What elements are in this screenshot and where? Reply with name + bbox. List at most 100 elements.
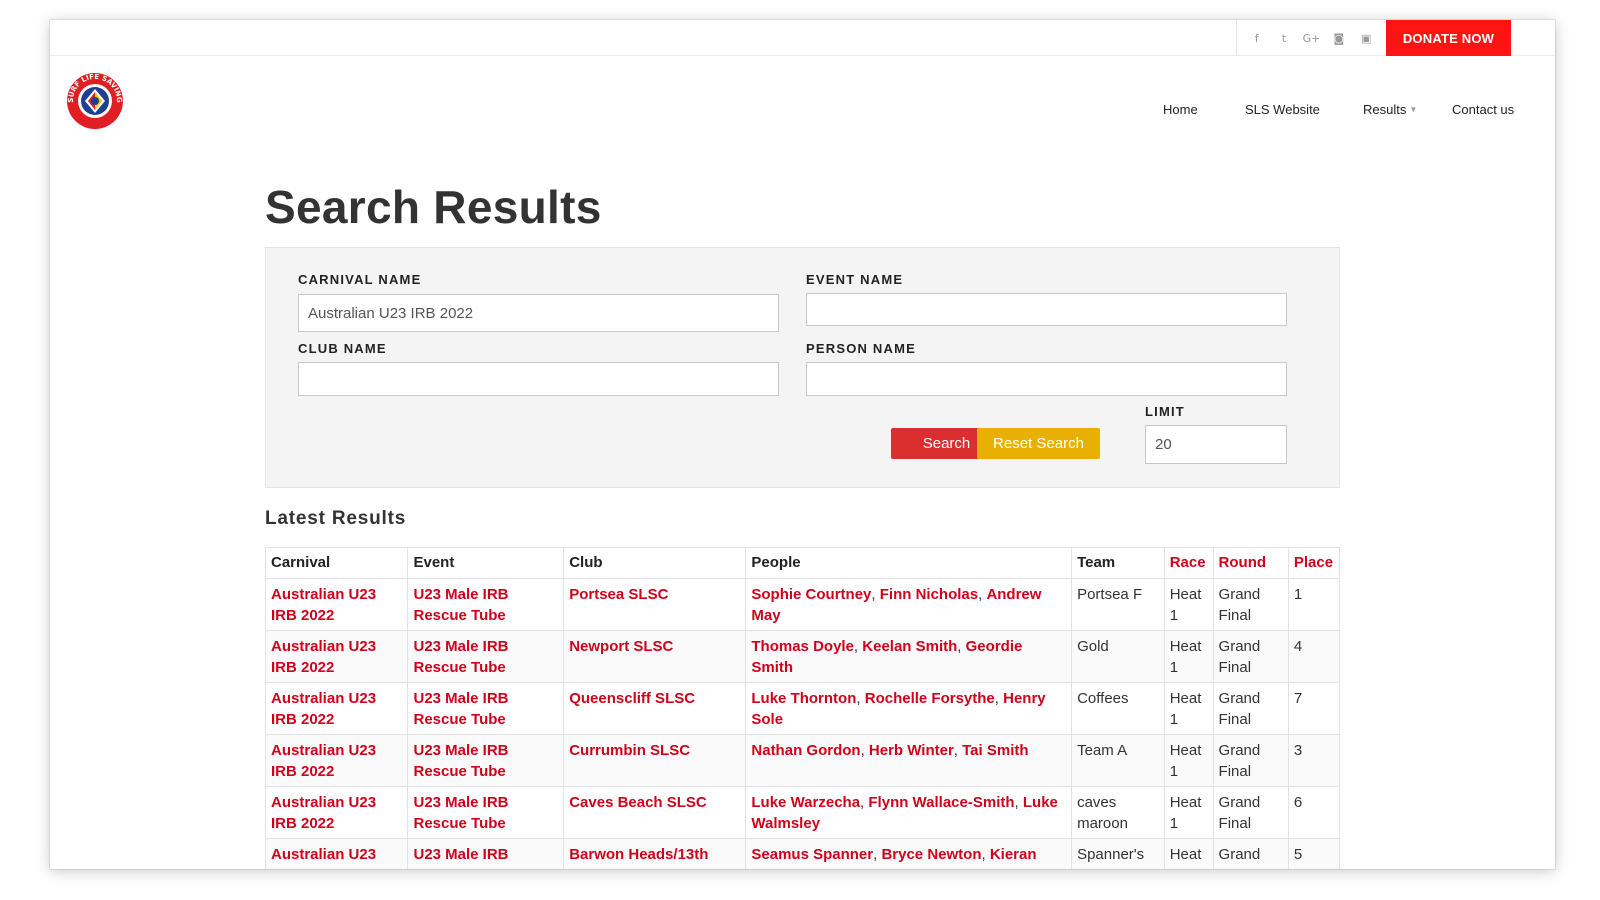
cell-club: Currumbin SLSC	[563, 734, 747, 787]
person-link[interactable]: Thomas Doyle	[751, 638, 854, 655]
club-link[interactable]: Portsea SLSC	[569, 586, 668, 603]
event-link[interactable]: U23 Male IRB Rescue Tube	[413, 586, 508, 624]
cell-team: caves maroon	[1071, 786, 1165, 839]
limit-input[interactable]	[1145, 425, 1287, 464]
carnival-link[interactable]: Australian U23 IRB 2022	[271, 742, 376, 780]
cell-carnival: Australian U23 IRB 2022	[264, 682, 409, 735]
person-link[interactable]: Bryce Newton	[881, 846, 981, 863]
cell-event: U23 Male IRB Rescue Tube	[407, 786, 565, 839]
cell-people: Thomas Doyle, Keelan Smith, Geordie Smit…	[745, 630, 1073, 683]
nav-results[interactable]: Results ▼	[1363, 102, 1417, 117]
instagram-icon[interactable]: ◙	[1330, 32, 1348, 45]
person-link[interactable]: Flynn Wallace-Smith	[868, 794, 1014, 811]
header-race-sort[interactable]: Race	[1163, 547, 1214, 579]
person-link[interactable]: Rochelle Forsythe	[865, 690, 995, 707]
person-link[interactable]: Sophie Courtney	[751, 586, 871, 603]
carnival-name-input[interactable]	[298, 294, 779, 332]
cell-race: Heat 1	[1163, 578, 1214, 631]
event-link[interactable]: U23 Male IRB Rescue Tube	[413, 794, 508, 832]
cell-carnival: Australian U23 IRB 2022	[264, 578, 409, 631]
cell-round: Grand	[1212, 838, 1289, 869]
club-link[interactable]: Caves Beach SLSC	[569, 794, 707, 811]
header-club: Club	[563, 547, 747, 579]
cell-round: Grand Final	[1212, 734, 1289, 787]
cell-team: Gold	[1071, 630, 1165, 683]
cell-carnival: Australian U23 IRB	[264, 838, 409, 869]
event-link[interactable]: U23 Male IRB Rescue Tube	[413, 742, 508, 780]
header-round-sort[interactable]: Round	[1212, 547, 1289, 579]
latest-results-heading: Latest Results	[265, 508, 407, 529]
donate-now-button[interactable]: DONATE NOW	[1386, 20, 1511, 56]
carnival-link[interactable]: Australian U23 IRB 2022	[271, 586, 376, 624]
person-link[interactable]: Seamus Spanner	[751, 846, 873, 863]
club-link[interactable]: Currumbin SLSC	[569, 742, 690, 759]
page-title: Search Results	[265, 181, 602, 233]
carnival-link[interactable]: Australian U23 IRB 2022	[271, 638, 376, 676]
person-link[interactable]: Herb Winter	[869, 742, 954, 759]
person-link[interactable]: Nathan Gordon	[751, 742, 860, 759]
cell-carnival: Australian U23 IRB 2022	[264, 630, 409, 683]
person-link[interactable]: Tai Smith	[962, 742, 1028, 759]
cell-people: Nathan Gordon, Herb Winter, Tai Smith	[745, 734, 1073, 787]
top-bar: f t G+ ◙ ▣ DONATE NOW	[50, 20, 1555, 56]
nav-sls-website[interactable]: SLS Website	[1245, 102, 1320, 117]
nav-contact-us[interactable]: Contact us	[1452, 102, 1514, 117]
cell-place: 3	[1287, 734, 1341, 787]
header-team: Team	[1071, 547, 1165, 579]
cell-round: Grand Final	[1212, 682, 1289, 735]
person-name-input[interactable]	[806, 362, 1287, 396]
person-link[interactable]: Luke Warzecha	[751, 794, 860, 811]
cell-place: 6	[1287, 786, 1341, 839]
carnival-link[interactable]: Australian U23 IRB	[271, 846, 376, 869]
carnival-link[interactable]: Australian U23 IRB 2022	[271, 794, 376, 832]
table-row: Australian U23 IRB 2022 U23 Male IRB Res…	[264, 682, 1341, 735]
club-name-label: CLUB NAME	[298, 341, 387, 356]
table-row: Australian U23 IRB 2022 U23 Male IRB Res…	[264, 578, 1341, 631]
cell-people: Luke Thornton, Rochelle Forsythe, Henry …	[745, 682, 1073, 735]
cell-race: Heat 1	[1163, 630, 1214, 683]
nav-home[interactable]: Home	[1163, 102, 1198, 117]
person-link[interactable]: Keelan Smith	[862, 638, 957, 655]
surf-life-saving-logo[interactable]: SURF LIFE SAVING	[66, 72, 124, 130]
club-link[interactable]: Newport SLSC	[569, 638, 673, 655]
cell-place: 4	[1287, 630, 1341, 683]
cell-event: U23 Male IRB Rescue Tube	[407, 734, 565, 787]
cell-club: Portsea SLSC	[563, 578, 747, 631]
reset-search-button[interactable]: Reset Search	[977, 428, 1100, 459]
facebook-icon[interactable]: f	[1248, 32, 1266, 45]
event-name-input[interactable]	[806, 293, 1287, 326]
twitter-icon[interactable]: t	[1275, 32, 1293, 45]
google-plus-icon[interactable]: G+	[1302, 32, 1321, 45]
person-name-label: PERSON NAME	[806, 341, 916, 356]
cell-team: Team A	[1071, 734, 1165, 787]
person-link[interactable]: Luke Thornton	[751, 690, 856, 707]
table-header-row: Carnival Event Club People Team Race Rou…	[264, 547, 1341, 579]
table-row: Australian U23 IRB 2022 U23 Male IRB Res…	[264, 734, 1341, 787]
cell-carnival: Australian U23 IRB 2022	[264, 786, 409, 839]
club-link[interactable]: Queenscliff SLSC	[569, 690, 695, 707]
cell-team: Coffees	[1071, 682, 1165, 735]
cell-people: Luke Warzecha, Flynn Wallace-Smith, Luke…	[745, 786, 1073, 839]
cell-place: 7	[1287, 682, 1341, 735]
event-link[interactable]: U23 Male IRB Rescue Tube	[413, 638, 508, 676]
cell-club: Caves Beach SLSC	[563, 786, 747, 839]
cell-team: Spanner's	[1071, 838, 1165, 869]
header-carnival: Carnival	[264, 547, 409, 579]
header-place-sort[interactable]: Place	[1287, 547, 1341, 579]
club-name-input[interactable]	[298, 362, 779, 396]
carnival-name-label: CARNIVAL NAME	[298, 272, 422, 287]
youtube-icon[interactable]: ▣	[1357, 32, 1375, 45]
event-link[interactable]: U23 Male IRB	[413, 846, 508, 863]
cell-club: Newport SLSC	[563, 630, 747, 683]
event-link[interactable]: U23 Male IRB Rescue Tube	[413, 690, 508, 728]
cell-place: 1	[1287, 578, 1341, 631]
carnival-link[interactable]: Australian U23 IRB 2022	[271, 690, 376, 728]
table-row: Australian U23 IRB 2022 U23 Male IRB Res…	[264, 786, 1341, 839]
cell-people: Sophie Courtney, Finn Nicholas, Andrew M…	[745, 578, 1073, 631]
person-link[interactable]: Kieran	[990, 846, 1037, 863]
search-form: CARNIVAL NAME EVENT NAME CLUB NAME PERSO…	[265, 247, 1340, 488]
person-link[interactable]: Finn Nicholas	[880, 586, 978, 603]
club-link[interactable]: Barwon Heads/13th	[569, 846, 708, 863]
table-row: Australian U23 IRB 2022 U23 Male IRB Res…	[264, 630, 1341, 683]
nav-results-label: Results	[1363, 102, 1407, 117]
